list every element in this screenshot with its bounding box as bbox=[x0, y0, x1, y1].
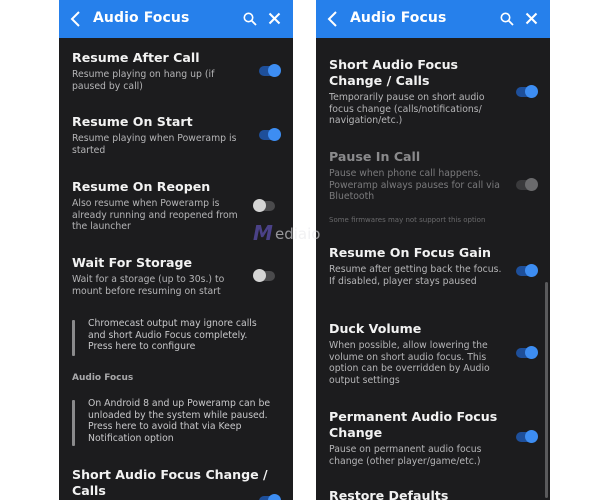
setting-subtitle: When possible, allow lowering the volume… bbox=[329, 340, 490, 386]
setting-title: Resume On Reopen bbox=[72, 179, 211, 194]
setting-short-audio-focus[interactable]: Short Audio Focus Change / Calls bbox=[72, 467, 282, 499]
toggle-knob bbox=[525, 85, 538, 98]
watermark: M ediaio bbox=[253, 221, 348, 245]
setting-restore-defaults[interactable]: Restore Defaults bbox=[329, 488, 539, 500]
setting-permanent-audio-focus[interactable]: Permanent Audio Focus Change Pause on pe… bbox=[329, 409, 539, 467]
setting-title: Resume After Call bbox=[72, 50, 200, 65]
toggle-knob bbox=[525, 346, 538, 359]
watermark-logo: M bbox=[253, 221, 273, 245]
note-text: Chromecast output may ignore calls and s… bbox=[88, 318, 257, 352]
setting-subtitle: Resume after getting back the focus. If … bbox=[329, 264, 502, 287]
setting-title: Resume On Focus Gain bbox=[329, 245, 491, 260]
toggle-knob bbox=[268, 494, 281, 500]
resume-on-focus-gain-toggle[interactable] bbox=[516, 264, 538, 277]
setting-title: Permanent Audio Focus Change bbox=[329, 409, 498, 440]
settings-panel-right: Audio Focus Short Audio Focus Change / C… bbox=[316, 0, 550, 500]
keep-notification-note[interactable]: On Android 8 and up Poweramp can be unlo… bbox=[72, 398, 272, 446]
short-audio-focus-toggle[interactable] bbox=[516, 85, 538, 98]
wait-for-storage-toggle[interactable] bbox=[253, 269, 275, 282]
toggle-knob bbox=[253, 269, 266, 282]
setting-subtitle: Resume playing on hang up (if paused by … bbox=[72, 69, 215, 92]
toggle-knob bbox=[253, 199, 266, 212]
app-bar: Audio Focus bbox=[59, 0, 293, 38]
resume-on-start-toggle[interactable] bbox=[259, 128, 281, 141]
setting-title: Pause In Call bbox=[329, 149, 421, 164]
close-icon[interactable] bbox=[525, 12, 538, 25]
note-bar bbox=[72, 400, 75, 446]
toggle-knob bbox=[268, 128, 281, 141]
setting-subtitle: Pause when phone call happens. Poweramp … bbox=[329, 168, 500, 202]
setting-title: Restore Defaults bbox=[329, 488, 449, 500]
watermark-text: ediaio bbox=[275, 225, 321, 243]
setting-resume-on-start[interactable]: Resume On Start Resume playing when Powe… bbox=[72, 114, 282, 156]
pause-in-call-toggle bbox=[516, 178, 538, 191]
toggle-knob bbox=[525, 178, 538, 191]
toggle-knob bbox=[525, 430, 538, 443]
setting-duck-volume[interactable]: Duck Volume When possible, allow lowerin… bbox=[329, 321, 539, 386]
resume-on-reopen-toggle[interactable] bbox=[253, 199, 275, 212]
section-header: Audio Focus bbox=[72, 373, 134, 383]
scrollbar[interactable] bbox=[545, 282, 548, 498]
search-icon[interactable] bbox=[500, 12, 514, 26]
duck-volume-toggle[interactable] bbox=[516, 346, 538, 359]
setting-title: Duck Volume bbox=[329, 321, 422, 336]
resume-after-call-toggle[interactable] bbox=[259, 64, 281, 77]
setting-subtitle: Also resume when Poweramp is already run… bbox=[72, 198, 238, 232]
setting-title: Short Audio Focus Change / Calls bbox=[329, 57, 459, 88]
firmware-note: Some firmwares may not support this opti… bbox=[329, 216, 486, 224]
back-arrow-icon[interactable] bbox=[69, 9, 83, 29]
setting-short-audio-focus[interactable]: Short Audio Focus Change / Calls Tempora… bbox=[329, 57, 539, 127]
note-text: On Android 8 and up Poweramp can be unlo… bbox=[88, 398, 271, 444]
toggle-knob bbox=[268, 64, 281, 77]
setting-title: Resume On Start bbox=[72, 114, 193, 129]
setting-subtitle: Wait for a storage (up to 30s.) to mount… bbox=[72, 274, 225, 297]
setting-subtitle: Temporarily pause on short audio focus c… bbox=[329, 92, 485, 126]
setting-wait-for-storage[interactable]: Wait For Storage Wait for a storage (up … bbox=[72, 255, 282, 297]
permanent-audio-focus-toggle[interactable] bbox=[516, 430, 538, 443]
setting-title: Wait For Storage bbox=[72, 255, 193, 270]
page-title: Audio Focus bbox=[93, 10, 190, 26]
setting-resume-after-call[interactable]: Resume After Call Resume playing on hang… bbox=[72, 50, 282, 92]
search-icon[interactable] bbox=[243, 12, 257, 26]
setting-resume-on-reopen[interactable]: Resume On Reopen Also resume when Powera… bbox=[72, 179, 282, 233]
setting-resume-on-focus-gain[interactable]: Resume On Focus Gain Resume after gettin… bbox=[329, 245, 539, 287]
app-bar: Audio Focus bbox=[316, 0, 550, 38]
settings-panel-left: Audio Focus Resume After Call Resume pla… bbox=[59, 0, 293, 500]
setting-pause-in-call: Pause In Call Pause when phone call happ… bbox=[329, 149, 539, 203]
setting-title: Short Audio Focus Change / Calls bbox=[72, 467, 268, 498]
setting-subtitle: Pause on permanent audio focus change (o… bbox=[329, 444, 482, 467]
close-icon[interactable] bbox=[268, 12, 281, 25]
toggle-knob bbox=[525, 264, 538, 277]
short-audio-focus-toggle[interactable] bbox=[259, 494, 281, 500]
chromecast-note[interactable]: Chromecast output may ignore calls and s… bbox=[72, 318, 272, 356]
note-bar bbox=[72, 320, 75, 356]
setting-subtitle: Resume playing when Poweramp is started bbox=[72, 133, 237, 156]
back-arrow-icon[interactable] bbox=[326, 9, 340, 29]
page-title: Audio Focus bbox=[350, 10, 447, 26]
